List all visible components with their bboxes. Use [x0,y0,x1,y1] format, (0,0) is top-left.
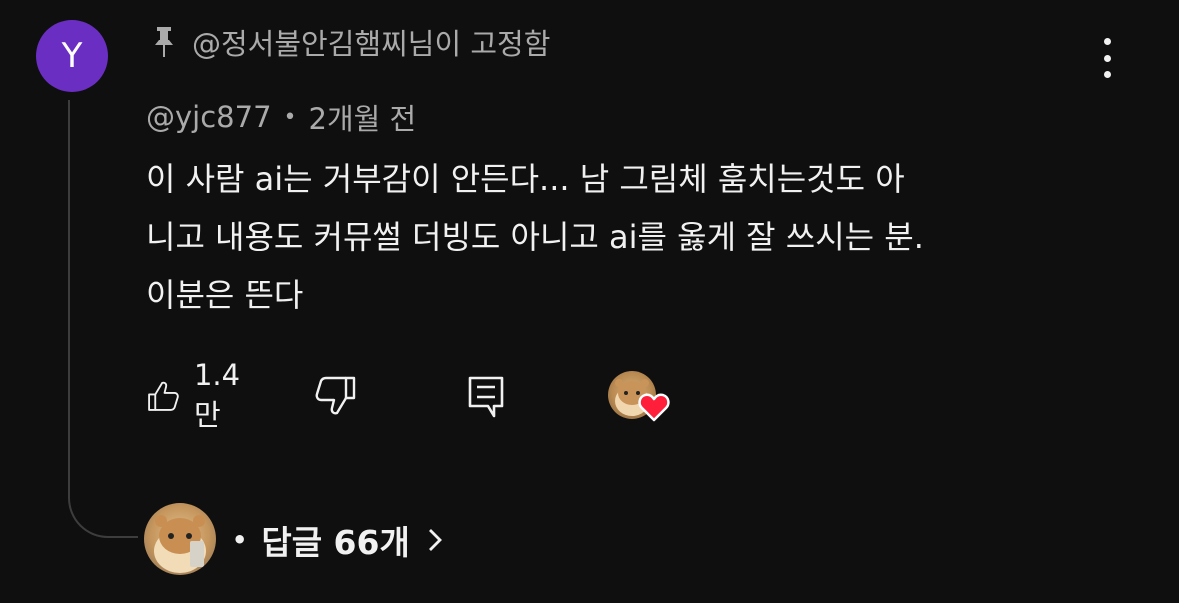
comment-text: 이 사람 ai는 거부감이 안든다... 남 그림체 훔치는것도 아 니고 내용… [146,150,1106,324]
more-vert-icon[interactable] [1096,38,1118,78]
comment-author[interactable]: @yjc877 [146,100,272,134]
reply-button[interactable] [466,370,506,422]
view-replies-button[interactable]: • 답글 66개 [232,515,446,565]
meta-separator: • [283,104,297,130]
chevron-right-icon [428,529,442,551]
thread-connector-line [68,100,138,538]
replies-label: 답글 66개 [261,523,410,562]
comment-meta: @yjc877 • 2개월 전 [146,95,416,139]
like-count: 1.4만 [193,358,241,432]
dislike-button[interactable] [314,370,358,422]
author-avatar[interactable]: Y [36,20,108,92]
creator-heart-icon [638,393,670,422]
like-button[interactable]: 1.4만 [146,358,250,432]
comment-line: 니고 내용도 커뮤썰 더빙도 아니고 ai를 옳게 잘 쓰시는 분. [146,218,924,256]
reply-icon [468,376,504,418]
thumbs-down-icon [315,376,356,415]
pinned-label: @정서불안김햄찌님이 고정함 [192,27,551,61]
thumbs-up-icon [148,381,179,411]
comment-line: 이분은 뜬다 [146,276,304,314]
pinned-indicator: @정서불안김햄찌님이 고정함 [150,22,550,62]
avatar-letter: Y [61,36,83,76]
comment-time[interactable]: 2개월 전 [309,96,417,138]
comment-line: 이 사람 ai는 거부감이 안든다... 남 그림체 훔치는것도 아 [146,160,905,198]
replies-bullet: • [232,526,248,554]
reply-avatar [144,503,216,575]
pin-icon [155,27,173,57]
